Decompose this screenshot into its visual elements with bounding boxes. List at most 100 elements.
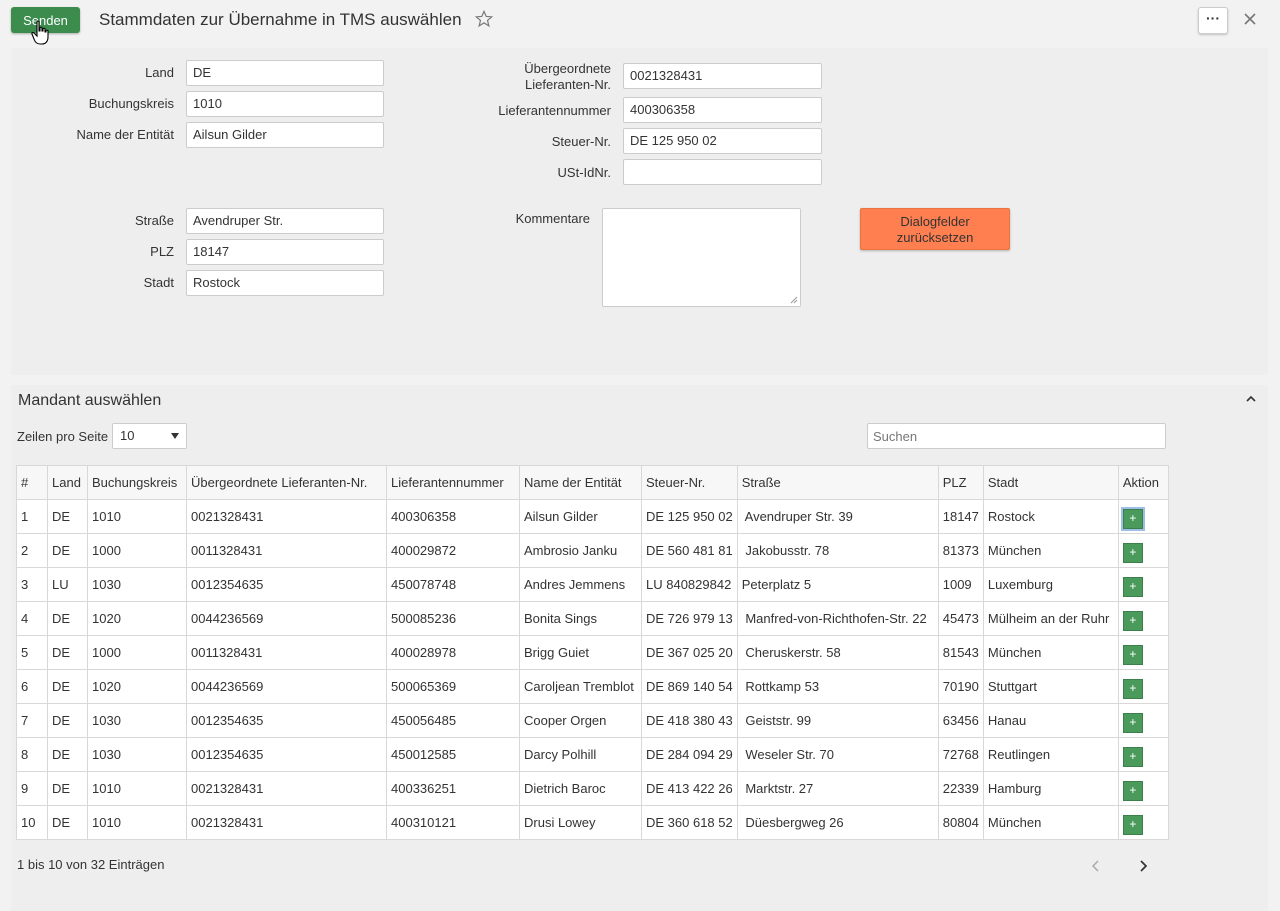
add-row-button[interactable]: + bbox=[1122, 542, 1143, 563]
cell-steuer: DE 560 481 81 bbox=[641, 533, 738, 568]
cell-stadt: Hanau bbox=[982, 703, 1119, 738]
cell-stadt: München bbox=[982, 635, 1119, 670]
cell-strasse: Rottkamp 53 bbox=[736, 669, 939, 704]
rows-per-page-value: 10 bbox=[120, 428, 135, 443]
stadt-field[interactable]: Rostock bbox=[186, 270, 384, 296]
kommentare-textarea[interactable] bbox=[602, 208, 801, 307]
cell-name: Darcy Polhill bbox=[519, 737, 642, 772]
reset-label-line-1: Dialogfelder bbox=[900, 214, 970, 229]
table-header-row: # Land Buchungskreis Übergeordnete Liefe… bbox=[16, 465, 1169, 500]
mandant-table: # Land Buchungskreis Übergeordnete Liefe… bbox=[16, 465, 1169, 840]
col-header-steuer[interactable]: Steuer-Nr. bbox=[641, 465, 738, 500]
table-row[interactable]: 1 DE 1010 0021328431 400306358 Ailsun Gilder D… bbox=[16, 499, 1169, 534]
add-row-button[interactable]: + bbox=[1120, 506, 1145, 531]
add-row-button[interactable]: + bbox=[1122, 712, 1143, 733]
cell-buchungskreis: 1030 bbox=[87, 567, 187, 602]
table-row[interactable]: 4 DE 1020 0044236569 500085236 Bonita Sings DE… bbox=[16, 601, 1169, 636]
table-row[interactable]: 7 DE 1030 0012354635 450056485 Cooper Orgen DE… bbox=[16, 703, 1169, 738]
pagination-info: 1 bis 10 von 32 Einträgen bbox=[17, 857, 165, 872]
cell-uebergeordnete: 0044236569 bbox=[186, 669, 387, 704]
uebergeordnete-field[interactable]: 0021328431 bbox=[623, 63, 822, 89]
cell-strasse: Marktstr. 27 bbox=[736, 771, 939, 806]
cell-strasse: Weseler Str. 70 bbox=[736, 737, 939, 772]
add-row-button[interactable]: + bbox=[1122, 576, 1143, 597]
cell-plz: 80804 bbox=[937, 805, 984, 840]
col-header-land[interactable]: Land bbox=[47, 465, 88, 500]
cell-stadt: Reutlingen bbox=[982, 737, 1119, 772]
table-row[interactable]: 8 DE 1030 0012354635 450012585 Darcy Polhill D… bbox=[16, 737, 1169, 772]
col-header-uebergeordnete[interactable]: Übergeordnete Lieferanten-Nr. bbox=[186, 465, 387, 500]
col-header-buchungskreis[interactable]: Buchungskreis bbox=[87, 465, 187, 500]
cell-strasse: Manfred-von-Richthofen-Str. 22 bbox=[736, 601, 939, 636]
table-row[interactable]: 5 DE 1000 0011328431 400028978 Brigg Guiet DE … bbox=[16, 635, 1169, 670]
strasse-label: Straße bbox=[134, 213, 174, 228]
cell-plz: 22339 bbox=[937, 771, 984, 806]
more-options-button[interactable]: ··· bbox=[1198, 7, 1228, 34]
reset-label-line-2: zurücksetzen bbox=[896, 230, 974, 245]
star-icon[interactable] bbox=[475, 10, 493, 28]
rows-per-page-select[interactable]: 10 bbox=[112, 423, 187, 449]
plz-label: PLZ bbox=[150, 244, 174, 259]
cell-name: Brigg Guiet bbox=[519, 635, 642, 670]
chevron-left-icon[interactable] bbox=[1090, 859, 1102, 873]
cell-steuer: LU 840829842 bbox=[641, 567, 738, 602]
strasse-field[interactable]: Avendruper Str. bbox=[186, 208, 384, 234]
cell-lieferantennummer: 400029872 bbox=[386, 533, 520, 568]
cell-plz: 81373 bbox=[937, 533, 984, 568]
cell-plz: 45473 bbox=[937, 601, 984, 636]
cell-plz: 81543 bbox=[937, 635, 984, 670]
col-header-lieferantennummer[interactable]: Lieferantennummer bbox=[386, 465, 520, 500]
table-row[interactable]: 3 LU 1030 0012354635 450078748 Andres Jemmens… bbox=[16, 567, 1169, 602]
col-header-plz[interactable]: PLZ bbox=[937, 465, 984, 500]
land-field[interactable]: DE bbox=[186, 60, 384, 86]
close-icon[interactable] bbox=[1240, 9, 1260, 29]
cell-aktion: + bbox=[1117, 635, 1169, 670]
buchungskreis-field[interactable]: 1010 bbox=[186, 91, 384, 117]
name-field[interactable]: Ailsun Gilder bbox=[186, 122, 384, 148]
ust-label: USt-IdNr. bbox=[557, 165, 611, 180]
cell-land: DE bbox=[47, 635, 88, 670]
col-header-stadt[interactable]: Stadt bbox=[982, 465, 1119, 500]
lieferantennummer-field[interactable]: 400306358 bbox=[623, 97, 822, 123]
land-label: Land bbox=[145, 65, 174, 80]
cell-number: 6 bbox=[16, 669, 48, 704]
cell-plz: 63456 bbox=[937, 703, 984, 738]
cell-number: 3 bbox=[16, 567, 48, 602]
chevron-right-icon[interactable] bbox=[1137, 859, 1149, 873]
chevron-up-icon[interactable] bbox=[1244, 392, 1258, 406]
ust-field[interactable] bbox=[623, 159, 822, 185]
cell-aktion: + bbox=[1117, 703, 1169, 738]
cell-strasse: Peterplatz 5 bbox=[736, 567, 939, 602]
search-input[interactable] bbox=[867, 423, 1166, 449]
add-row-button[interactable]: + bbox=[1122, 746, 1143, 767]
uebergeordnete-label-line-2: Lieferanten-Nr. bbox=[525, 77, 611, 92]
add-row-button[interactable]: + bbox=[1122, 678, 1143, 699]
col-header-name[interactable]: Name der Entität bbox=[519, 465, 642, 500]
page-title: Stammdaten zur Übernahme in TMS auswähle… bbox=[99, 10, 462, 29]
table-row[interactable]: 10 DE 1010 0021328431 400310121 Drusi Lowey DE… bbox=[16, 805, 1169, 840]
cell-land: DE bbox=[47, 499, 88, 534]
steuer-field[interactable]: DE 125 950 02 bbox=[623, 128, 822, 154]
cell-steuer: DE 360 618 52 bbox=[641, 805, 738, 840]
reset-dialog-button[interactable]: Dialogfelder zurücksetzen bbox=[860, 208, 1010, 250]
add-row-button[interactable]: + bbox=[1122, 814, 1143, 835]
table-row[interactable]: 9 DE 1010 0021328431 400336251 Dietrich Baroc… bbox=[16, 771, 1169, 806]
table-row[interactable]: 2 DE 1000 0011328431 400029872 Ambrosio Janku… bbox=[16, 533, 1169, 568]
plz-field[interactable]: 18147 bbox=[186, 239, 384, 265]
uebergeordnete-label-line-1: Übergeordnete bbox=[524, 61, 611, 76]
cell-land: DE bbox=[47, 805, 88, 840]
cell-lieferantennummer: 400336251 bbox=[386, 771, 520, 806]
name-label: Name der Entität bbox=[76, 127, 174, 142]
add-row-button[interactable]: + bbox=[1122, 644, 1143, 665]
col-header-number[interactable]: # bbox=[16, 465, 48, 500]
cell-name: Cooper Orgen bbox=[519, 703, 642, 738]
cell-lieferantennummer: 450012585 bbox=[386, 737, 520, 772]
add-row-button[interactable]: + bbox=[1122, 610, 1143, 631]
col-header-strasse[interactable]: Straße bbox=[736, 465, 939, 500]
cell-steuer: DE 869 140 54 bbox=[641, 669, 738, 704]
resize-grip-icon[interactable] bbox=[790, 296, 798, 304]
cell-lieferantennummer: 500085236 bbox=[386, 601, 520, 636]
table-row[interactable]: 6 DE 1020 0044236569 500065369 Caroljean Trem… bbox=[16, 669, 1169, 704]
cell-name: Dietrich Baroc bbox=[519, 771, 642, 806]
add-row-button[interactable]: + bbox=[1122, 780, 1143, 801]
